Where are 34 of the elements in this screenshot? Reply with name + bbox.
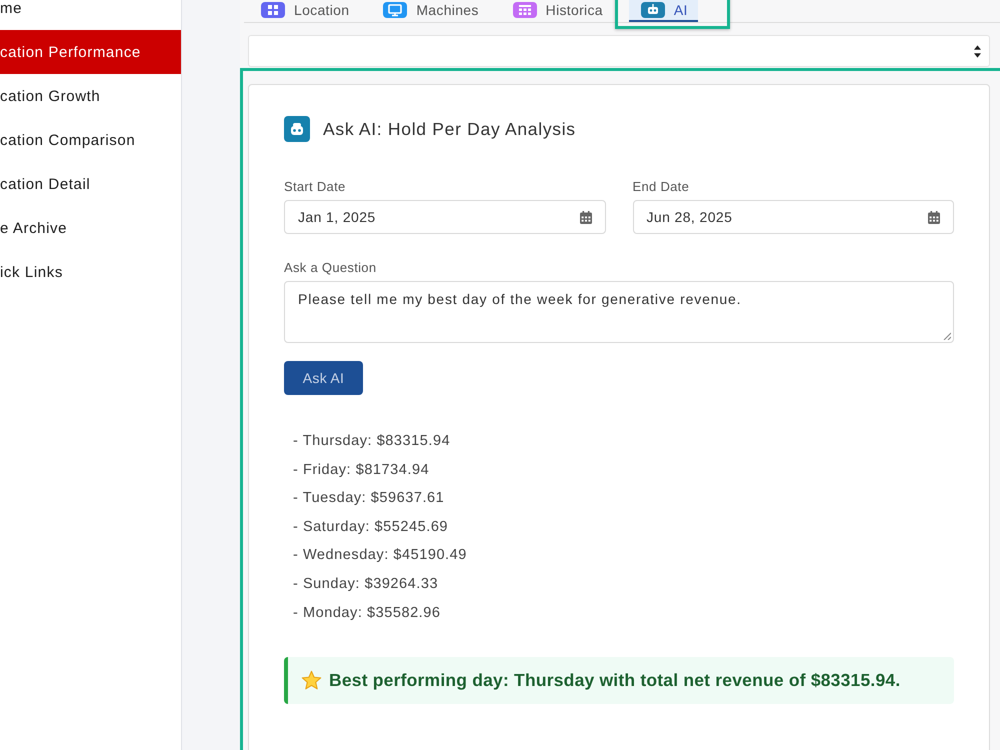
resize-grip-icon bbox=[943, 332, 951, 340]
sidebar-item[interactable]: e Archive bbox=[0, 206, 181, 250]
tab[interactable]: Location bbox=[253, 0, 360, 22]
answer-line: - Thursday: $83315.94 bbox=[293, 432, 452, 451]
answer-line: - Wednesday: $45190.49 bbox=[293, 546, 468, 566]
field-label: Ask a Question bbox=[284, 260, 376, 275]
sidebar-item[interactable]: cation Comparison bbox=[0, 118, 181, 162]
sidebar-item[interactable]: cation Growth bbox=[0, 74, 181, 118]
question-field[interactable]: Please tell me my best day of the week for generative revenue. bbox=[284, 281, 954, 343]
tab[interactable]: Machines bbox=[375, 0, 489, 22]
date-field[interactable]: Jun 28, 2025 bbox=[632, 200, 954, 234]
sidebar-item[interactable]: cation Performance bbox=[0, 30, 181, 74]
field-label: Start Date bbox=[284, 179, 346, 194]
select-field[interactable] bbox=[248, 35, 990, 67]
sidebar-item[interactable]: me bbox=[0, 0, 181, 30]
calendar-icon bbox=[928, 210, 940, 224]
tab[interactable]: AI bbox=[628, 0, 698, 22]
panel-title: Ask AI: Hold Per Day Analysis bbox=[323, 118, 576, 140]
ask-ai-button[interactable]: Ask AI bbox=[284, 361, 363, 395]
answer-line: - Friday: $81734.94 bbox=[293, 460, 430, 480]
calendar-icon bbox=[580, 210, 592, 224]
field-label: End Date bbox=[632, 179, 690, 194]
answer-line: - Monday: $35582.96 bbox=[293, 604, 442, 623]
sidebar-item[interactable]: ick Links bbox=[0, 250, 181, 294]
tab[interactable]: Historica bbox=[504, 0, 613, 22]
robot-icon bbox=[284, 116, 310, 142]
updown-arrows-icon bbox=[974, 44, 981, 58]
summary-text: Best performing day: Thursday with total net revenue of $83315.94. bbox=[329, 670, 900, 692]
sidebar-item[interactable]: cation Detail bbox=[0, 162, 181, 206]
star-icon bbox=[301, 670, 322, 692]
answer-line: - Saturday: $55245.69 bbox=[293, 518, 450, 537]
date-field[interactable]: Jan 1, 2025 bbox=[284, 200, 606, 234]
answer-line: - Sunday: $39264.33 bbox=[293, 574, 440, 594]
answer-line: - Tuesday: $59637.61 bbox=[293, 489, 446, 508]
